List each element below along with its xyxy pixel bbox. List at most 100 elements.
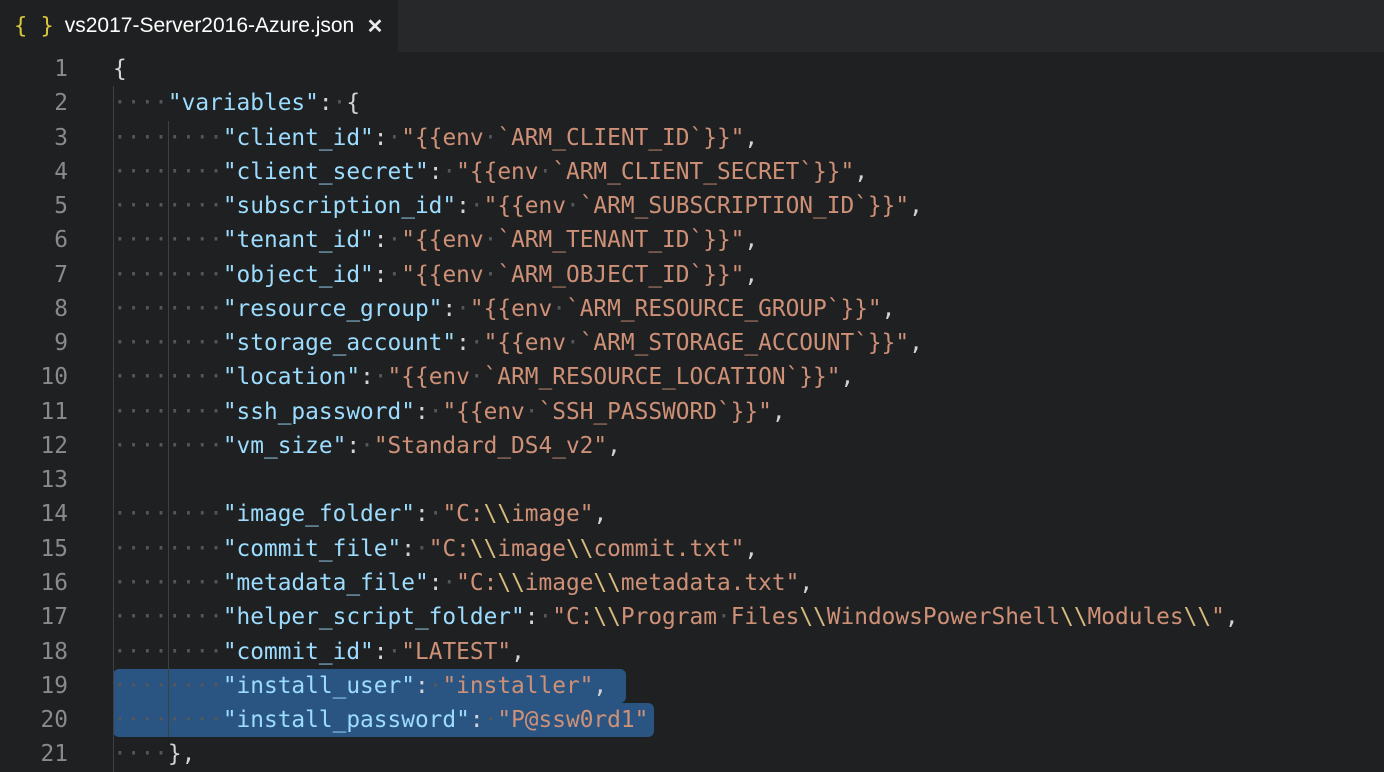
code-line[interactable]: 6········"tenant_id":·"{{env·`ARM_TENANT… [0, 223, 1384, 257]
token-str: "{{env [470, 296, 552, 322]
token-pun: : [360, 364, 374, 390]
line-number[interactable]: 15 [0, 532, 113, 566]
code-line[interactable]: 5········"subscription_id":·"{{env·`ARM_… [0, 189, 1384, 223]
line-content[interactable]: ········"metadata_file":·"C:\\image\\met… [113, 566, 1384, 600]
line-number[interactable]: 7 [0, 258, 113, 292]
code-line[interactable]: 12········"vm_size":·"Standard_DS4_v2", [0, 429, 1384, 463]
whitespace-dots: · [484, 227, 498, 253]
whitespace-dots: · [333, 90, 347, 116]
whitespace-dots: ········ [113, 501, 223, 527]
line-content[interactable]: ········"tenant_id":·"{{env·`ARM_TENANT_… [113, 223, 1384, 257]
line-content[interactable]: ········"helper_script_folder":·"C:\\Pro… [113, 600, 1384, 634]
token-esc: \\ [593, 604, 620, 630]
line-content[interactable]: ········"commit_id":·"LATEST", [113, 635, 1384, 669]
line-number[interactable]: 18 [0, 635, 113, 669]
token-str: "{{env [401, 125, 483, 151]
line-content[interactable]: ········"install_password":·"P@ssw0rd1" [113, 703, 1384, 737]
line-content[interactable]: ····}, [113, 737, 1384, 771]
whitespace-dots: · [484, 262, 498, 288]
line-content[interactable]: ····"variables":·{ [113, 86, 1384, 120]
token-pun: , [511, 639, 525, 665]
line-content[interactable]: ········"location":·"{{env·`ARM_RESOURCE… [113, 360, 1384, 394]
whitespace-dots: ········ [113, 536, 223, 562]
line-content[interactable]: ········"install_user":·"installer", [113, 669, 1384, 703]
token-pun: , [854, 159, 868, 185]
token-pun: , [909, 193, 923, 219]
code-line[interactable]: 16········"metadata_file":·"C:\\image\\m… [0, 566, 1384, 600]
token-pun: , [607, 433, 621, 459]
line-content[interactable]: ········"storage_account":·"{{env·`ARM_S… [113, 326, 1384, 360]
editor-lines: 1{2····"variables":·{3········"client_id… [0, 52, 1384, 772]
token-esc: \\ [470, 536, 497, 562]
line-content[interactable]: ········"object_id":·"{{env·`ARM_OBJECT_… [113, 258, 1384, 292]
line-number[interactable]: 2 [0, 86, 113, 120]
whitespace-dots: · [374, 364, 388, 390]
code-text: ········"metadata_file":·"C:\\image\\met… [113, 570, 813, 596]
token-key: "commit_file" [223, 536, 401, 562]
token-key: "commit_id" [223, 639, 374, 665]
whitespace-dots: ········ [113, 296, 223, 322]
code-line[interactable]: 17········"helper_script_folder":·"C:\\P… [0, 600, 1384, 634]
code-line[interactable]: 1{ [0, 52, 1384, 86]
line-content[interactable]: ········"client_secret":·"{{env·`ARM_CLI… [113, 155, 1384, 189]
line-number[interactable]: 8 [0, 292, 113, 326]
line-number[interactable]: 12 [0, 429, 113, 463]
line-content[interactable] [113, 463, 1384, 497]
code-line[interactable]: 11········"ssh_password":·"{{env·`SSH_PA… [0, 395, 1384, 429]
code-line[interactable]: 21····}, [0, 737, 1384, 771]
code-line[interactable]: 20········"install_password":·"P@ssw0rd1… [0, 703, 1384, 737]
line-content[interactable]: ········"client_id":·"{{env·`ARM_CLIENT_… [113, 121, 1384, 155]
code-line[interactable]: 14········"image_folder":·"C:\\image", [0, 497, 1384, 531]
line-number[interactable]: 21 [0, 737, 113, 771]
line-content[interactable]: ········"ssh_password":·"{{env·`SSH_PASS… [113, 395, 1384, 429]
code-editor[interactable]: 1{2····"variables":·{3········"client_id… [0, 52, 1384, 772]
token-str: image [525, 570, 594, 596]
token-str: "installer" [442, 673, 593, 699]
token-pun: : [456, 330, 470, 356]
whitespace-dots: ········ [113, 604, 223, 630]
line-number[interactable]: 1 [0, 52, 113, 86]
line-number[interactable]: 16 [0, 566, 113, 600]
line-number[interactable]: 13 [0, 463, 113, 497]
tab-close-icon[interactable]: ✕ [362, 13, 388, 39]
code-line[interactable]: 3········"client_id":·"{{env·`ARM_CLIENT… [0, 121, 1384, 155]
code-line[interactable]: 8········"resource_group":·"{{env·`ARM_R… [0, 292, 1384, 326]
token-esc: \\ [1060, 604, 1087, 630]
whitespace-dots: · [442, 159, 456, 185]
code-line[interactable]: 2····"variables":·{ [0, 86, 1384, 120]
line-number[interactable]: 4 [0, 155, 113, 189]
code-text: ········"storage_account":·"{{env·`ARM_S… [113, 330, 923, 356]
code-line[interactable]: 18········"commit_id":·"LATEST", [0, 635, 1384, 669]
line-content[interactable]: ········"vm_size":·"Standard_DS4_v2", [113, 429, 1384, 463]
code-line[interactable]: 9········"storage_account":·"{{env·`ARM_… [0, 326, 1384, 360]
whitespace-dots: ········ [113, 262, 223, 288]
code-line[interactable]: 19········"install_user":·"installer", [0, 669, 1384, 703]
token-str: WindowsPowerShell [827, 604, 1060, 630]
code-line[interactable]: 15········"commit_file":·"C:\\image\\com… [0, 532, 1384, 566]
token-pun: : [429, 159, 443, 185]
token-key: "variables" [168, 90, 319, 116]
line-number[interactable]: 9 [0, 326, 113, 360]
line-number[interactable]: 3 [0, 121, 113, 155]
line-content[interactable]: ········"resource_group":·"{{env·`ARM_RE… [113, 292, 1384, 326]
line-number[interactable]: 10 [0, 360, 113, 394]
line-content[interactable]: ········"subscription_id":·"{{env·`ARM_S… [113, 189, 1384, 223]
line-number[interactable]: 5 [0, 189, 113, 223]
line-number[interactable]: 19 [0, 669, 113, 703]
tab-vs2017-server2016-azure-json[interactable]: { } vs2017-Server2016-Azure.json ✕ [0, 0, 398, 52]
whitespace-dots: · [429, 673, 443, 699]
line-content[interactable]: ········"image_folder":·"C:\\image", [113, 497, 1384, 531]
whitespace-dots: ········ [113, 193, 223, 219]
line-number[interactable]: 14 [0, 497, 113, 531]
line-content[interactable]: { [113, 52, 1384, 86]
code-line[interactable]: 4········"client_secret":·"{{env·`ARM_CL… [0, 155, 1384, 189]
line-content[interactable]: ········"commit_file":·"C:\\image\\commi… [113, 532, 1384, 566]
whitespace-dots: · [539, 159, 553, 185]
line-number[interactable]: 6 [0, 223, 113, 257]
code-line[interactable]: 13 [0, 463, 1384, 497]
line-number[interactable]: 17 [0, 600, 113, 634]
code-line[interactable]: 7········"object_id":·"{{env·`ARM_OBJECT… [0, 258, 1384, 292]
code-line[interactable]: 10········"location":·"{{env·`ARM_RESOUR… [0, 360, 1384, 394]
line-number[interactable]: 20 [0, 703, 113, 737]
line-number[interactable]: 11 [0, 395, 113, 429]
